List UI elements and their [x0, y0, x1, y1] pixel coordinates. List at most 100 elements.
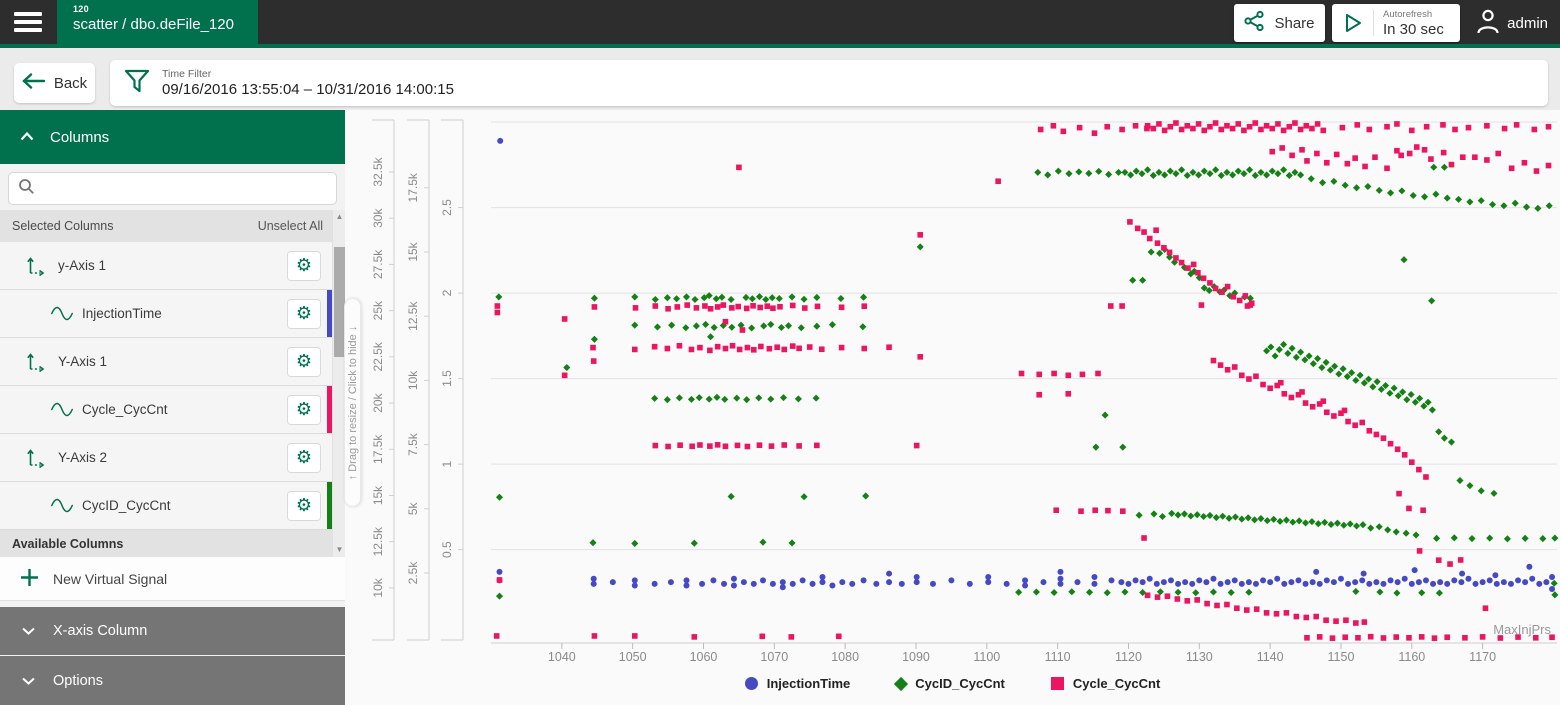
- y-tick-label: 7.5k: [406, 432, 420, 456]
- y-tick-label: 17.5k: [406, 172, 420, 202]
- gear-icon[interactable]: ⚙: [287, 347, 321, 377]
- back-label: Back: [54, 75, 87, 92]
- legend-circle-icon: [745, 677, 758, 690]
- chart-panel: 10k12.5k15k17.5k20k22.5k25k27.5k30k32.5k…: [345, 110, 1560, 705]
- y-tick-label: 17.5k: [371, 434, 385, 464]
- share-button[interactable]: Share: [1234, 4, 1325, 42]
- selected-columns-list: y-Axis 1⚙InjectionTime⚙Y-Axis 1⚙Cycle_Cy…: [0, 242, 345, 530]
- y-tick-label: 1.5: [440, 370, 454, 387]
- x-tick-label: 1090: [902, 650, 930, 664]
- time-filter-value: 09/16/2016 13:55:04 – 10/31/2016 14:00:1…: [162, 81, 454, 98]
- chevron-down-icon: [22, 673, 35, 689]
- legend-item-Cycle_CycCnt[interactable]: Cycle_CycCnt: [1051, 676, 1160, 691]
- chart-legend: InjectionTime CycID_CycCnt Cycle_CycCnt: [345, 676, 1560, 691]
- y-tick-label: 5k: [406, 501, 420, 515]
- filter-bar: Back Time Filter 09/16/2016 13:55:04 – 1…: [0, 48, 1560, 110]
- plus-icon: [20, 568, 39, 590]
- gear-icon[interactable]: ⚙: [287, 491, 321, 521]
- top-bar: 120 scatter / dbo.deFile_120 Share Autor…: [0, 0, 1560, 44]
- y-axis-InjectionTime: 0.5 1 1.5 2 2.5: [440, 120, 463, 640]
- user-menu[interactable]: admin: [1476, 8, 1548, 38]
- x-axis-column-section[interactable]: X-axis Column: [0, 607, 345, 655]
- x-tick-label: 1100: [973, 650, 1000, 664]
- signal-row-Cycle_CycCnt[interactable]: Cycle_CycCnt⚙: [0, 386, 345, 434]
- back-arrow-icon: [22, 73, 46, 93]
- back-button[interactable]: Back: [14, 63, 95, 103]
- columns-sidebar: Columns Selected Columns Unselect All y-…: [0, 110, 345, 705]
- y-tick-label: 15k: [371, 485, 385, 505]
- autorefresh-button[interactable]: Autorefresh In 30 sec: [1332, 4, 1460, 42]
- axis-row-Y-Axis 2[interactable]: Y-Axis 2⚙: [0, 434, 345, 482]
- x-tick-label: 1140: [1257, 650, 1284, 664]
- y-tick-label: 32.5k: [371, 156, 385, 186]
- autorefresh-label: Autorefresh: [1383, 9, 1444, 20]
- y-tick-label: 25k: [371, 300, 385, 320]
- x-tick-label: 1160: [1398, 650, 1425, 664]
- menu-icon[interactable]: [14, 12, 44, 33]
- search-input[interactable]: [43, 181, 336, 196]
- columns-header[interactable]: Columns: [0, 110, 345, 164]
- gear-icon[interactable]: ⚙: [287, 251, 321, 281]
- sidebar-resize-handle[interactable]: ↑ Drag to resize / Click to hide ↓: [344, 298, 361, 507]
- sine-wave-icon: [50, 496, 74, 515]
- search-box: [8, 172, 337, 205]
- new-virtual-signal-label: New Virtual Signal: [53, 571, 167, 587]
- legend-square-icon: [1051, 677, 1064, 690]
- share-icon: [1244, 11, 1266, 36]
- time-filter[interactable]: Time Filter 09/16/2016 13:55:04 – 10/31/…: [110, 60, 1548, 106]
- sine-wave-icon: [50, 400, 74, 419]
- share-label: Share: [1274, 15, 1314, 32]
- filter-icon: [124, 68, 150, 99]
- gridlines: [491, 122, 1557, 550]
- gear-icon[interactable]: ⚙: [287, 443, 321, 473]
- x-tick-label: 1150: [1328, 650, 1355, 664]
- series-CycID_CycCnt: [495, 164, 1558, 600]
- y-tick-label: 20k: [371, 392, 385, 412]
- selected-columns-label: Selected Columns: [12, 219, 113, 233]
- y-axis-Cycle_CycCnt: 10k12.5k15k17.5k20k22.5k25k27.5k30k32.5k: [371, 120, 394, 640]
- signal-row-CycID_CycCnt[interactable]: CycID_CycCnt⚙: [0, 482, 345, 530]
- y-tick-label: 10k: [371, 577, 385, 597]
- axis-row-y-Axis 1[interactable]: y-Axis 1⚙: [0, 242, 345, 290]
- axis-row-Y-Axis 1[interactable]: Y-Axis 1⚙: [0, 338, 345, 386]
- legend-item-InjectionTime[interactable]: InjectionTime: [745, 676, 851, 691]
- new-virtual-signal-button[interactable]: New Virtual Signal: [0, 557, 345, 601]
- legend-label: Cycle_CycCnt: [1073, 676, 1160, 691]
- chevron-down-icon: [22, 623, 35, 639]
- x-axis: 1040105010601070108010901100111011201130…: [491, 622, 1557, 664]
- y-tick-label: 22.5k: [371, 341, 385, 371]
- app-tab[interactable]: 120 scatter / dbo.deFile_120: [57, 0, 258, 44]
- x-tick-label: 1040: [548, 650, 576, 664]
- x-tick-label: 1080: [831, 650, 859, 664]
- gear-icon[interactable]: ⚙: [287, 395, 321, 425]
- legend-diamond-icon: [894, 676, 908, 690]
- y-tick-label: 2.5k: [406, 561, 420, 585]
- options-section[interactable]: Options: [0, 656, 345, 705]
- y-tick-label: 1: [440, 460, 454, 467]
- series-Cycle_CycCnt: [494, 120, 1555, 641]
- play-icon: [1332, 10, 1374, 36]
- columns-header-label: Columns: [50, 129, 109, 146]
- resize-handle-label: ↑ Drag to resize / Click to hide ↓: [347, 325, 359, 480]
- legend-label: CycID_CycCnt: [915, 676, 1005, 691]
- x-tick-label: 1170: [1469, 650, 1496, 664]
- y-tick-label: 2.5: [440, 199, 454, 216]
- time-filter-title: Time Filter: [162, 68, 454, 80]
- y-tick-label: 12.5k: [371, 526, 385, 556]
- unselect-all-button[interactable]: Unselect All: [258, 219, 323, 233]
- x-tick-label: 1110: [1045, 650, 1071, 664]
- x-tick-label: 1130: [1186, 650, 1213, 664]
- y-axis-CycID_CycCnt: 2.5k5k7.5k10k12.5k15k17.5k: [406, 120, 429, 640]
- x-tick-label: 1060: [690, 650, 718, 664]
- y-tick-label: 0.5: [440, 541, 454, 558]
- gear-icon[interactable]: ⚙: [287, 299, 321, 329]
- signal-row-InjectionTime[interactable]: InjectionTime⚙: [0, 290, 345, 338]
- legend-item-CycID_CycCnt[interactable]: CycID_CycCnt: [896, 676, 1005, 691]
- x-tick-label: 1050: [619, 650, 647, 664]
- chevron-up-icon: [20, 128, 34, 146]
- scatter-chart[interactable]: 10k12.5k15k17.5k20k22.5k25k27.5k30k32.5k…: [345, 110, 1560, 670]
- x-tick-label: 1120: [1115, 650, 1142, 664]
- search-icon: [18, 178, 35, 200]
- y-tick-label: 2: [440, 289, 454, 296]
- series-InjectionTime: [496, 138, 1555, 592]
